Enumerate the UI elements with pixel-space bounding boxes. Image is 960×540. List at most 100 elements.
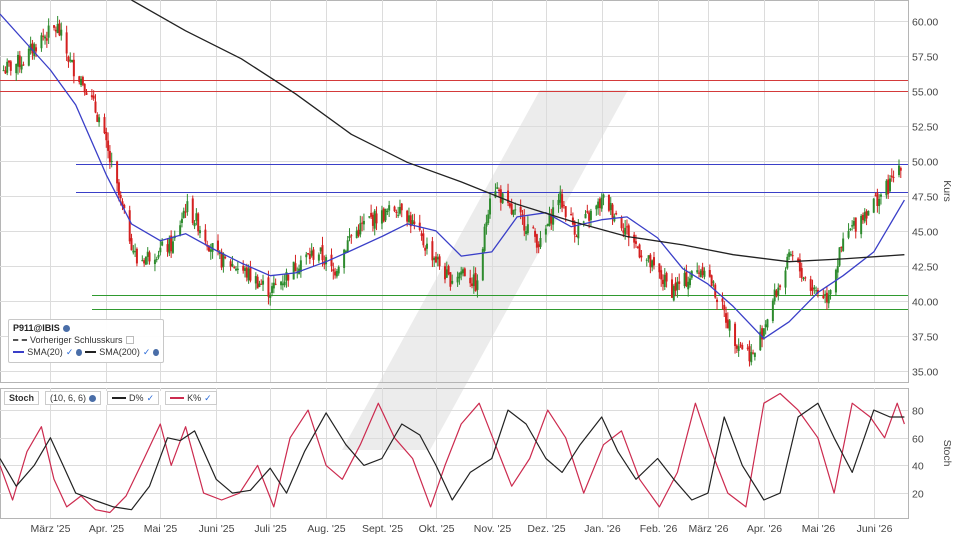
candle-up [310,250,313,256]
candle-down [294,263,297,272]
candle-up [872,198,875,213]
candle-down [636,246,639,248]
candle-down [22,64,25,66]
check-icon[interactable]: ✓ [204,392,212,404]
candle-down [710,275,713,287]
candle-up [27,48,30,66]
candle-down [726,319,729,329]
candle-up [687,281,690,290]
candle-up [600,197,603,209]
candle-up [699,270,702,278]
x-tick-label: Juni '26 [857,523,893,535]
candle-down [586,211,589,213]
candle-down [588,212,591,221]
candle-down [716,299,719,303]
y-tick-label: 50.00 [912,157,938,169]
candle-down [216,240,219,251]
checkbox-icon[interactable] [125,336,134,344]
candle-down [892,176,895,178]
candle-up [368,216,371,218]
candle-up [487,214,490,223]
candle-up [235,268,238,271]
candle-up [141,260,144,262]
candle-down [670,279,673,298]
visibility-eye-icon[interactable] [76,348,82,356]
candle-up [269,295,272,299]
visibility-eye-icon[interactable] [89,394,97,402]
candle-up [829,290,832,295]
stoch-legend[interactable]: Stoch (10, 6, 6) D% ✓ K% ✓ [4,391,217,405]
candle-down [287,274,290,281]
candle-up [786,256,789,269]
d-swatch-icon [112,397,127,399]
candle-up [47,25,50,38]
candle-up [624,227,627,235]
candle-down [105,131,108,141]
candle-down [108,150,111,163]
price-legend[interactable]: P911@IBIS Vorheriger Schlusskurs SMA(20)… [8,319,164,363]
candle-down [191,198,194,224]
candle-down [18,55,21,68]
candle-up [44,36,47,39]
candle-up [271,286,274,294]
check-icon[interactable]: ✓ [143,346,151,358]
candle-up [388,205,391,211]
candle-down [752,352,755,354]
price-y-axis-label: Kurs [941,180,953,202]
stoch-d-box[interactable]: D% ✓ [107,391,160,405]
visibility-eye-icon[interactable] [62,324,70,332]
candle-up [20,64,23,70]
stoch-title-box[interactable]: Stoch [4,391,40,405]
candle-down [148,252,151,262]
candle-up [168,238,171,254]
candle-down [94,101,97,113]
legend-sma20-label: SMA(20) [27,347,63,357]
candle-down [809,279,812,291]
candle-down [519,206,522,213]
candle-down [498,189,501,191]
candle-down [249,266,252,281]
candle-up [244,268,247,271]
candle-up [262,280,265,285]
check-icon[interactable]: ✓ [66,346,74,358]
candle-up [40,35,43,49]
candle-up [398,206,401,214]
candle-up [676,281,679,290]
visibility-eye-icon[interactable] [153,348,159,356]
candle-down [420,233,423,236]
legend-prev-close-row[interactable]: Vorheriger Schlusskurs [13,334,159,346]
candle-down [166,244,169,252]
candle-down [406,210,409,222]
stoch-k-box[interactable]: K% ✓ [165,391,217,405]
candle-up [766,319,769,328]
candle-down [887,179,890,194]
candle-down [791,255,794,257]
candle-down [307,253,310,255]
stoch-y-axis-label: Stoch [941,440,953,467]
candle-down [130,238,133,251]
candle-up [359,223,362,235]
candle-up [380,210,383,224]
stoch-params-box[interactable]: (10, 6, 6) [45,391,102,405]
candle-up [784,270,787,288]
dashed-line-swatch-icon [13,339,27,341]
candle-up [815,290,818,292]
x-tick-label: Sept. '25 [362,523,403,535]
watermark-slash [342,90,628,450]
check-icon[interactable]: ✓ [147,392,155,404]
candle-down [562,204,565,206]
candle-down [81,76,84,85]
candle-up [897,165,900,176]
candle-up [483,226,486,251]
candle-down [633,234,636,243]
candle-down [499,189,502,203]
candle-up [544,228,547,235]
candle-down [620,217,623,229]
legend-sma-row[interactable]: SMA(20) ✓ SMA(200) ✓ [13,346,159,358]
legend-prev-close-label: Vorheriger Schlusskurs [30,335,123,345]
candle-down [611,204,614,218]
candle-down [535,234,538,248]
candle-down [42,35,45,37]
legend-symbol-row[interactable]: P911@IBIS [13,322,159,334]
candle-down [308,254,311,259]
